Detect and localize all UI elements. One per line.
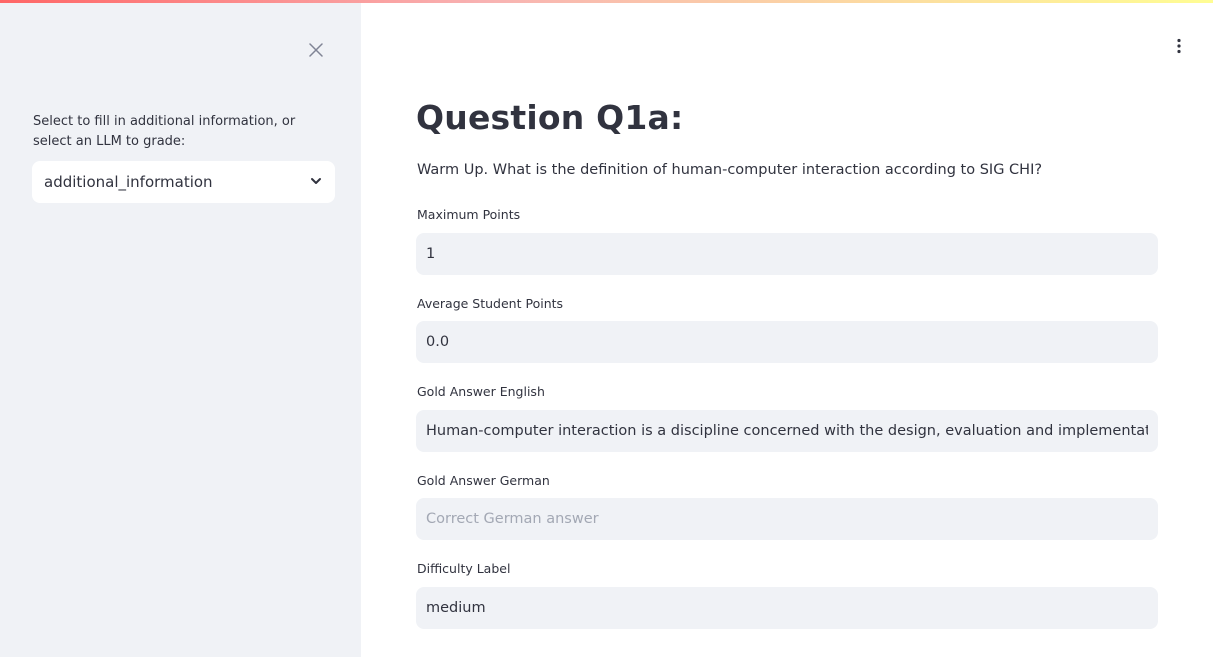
gold-answer-german-input[interactable] bbox=[416, 498, 1158, 540]
chevron-down-icon bbox=[309, 173, 323, 192]
difficulty-label: Difficulty Label bbox=[417, 561, 511, 576]
page-title: Question Q1a: bbox=[416, 98, 684, 137]
gold-answer-english-label: Gold Answer English bbox=[417, 384, 545, 399]
mode-select[interactable]: additional_information bbox=[32, 161, 335, 203]
question-text: Warm Up. What is the definition of human… bbox=[417, 162, 1043, 178]
kebab-menu-icon bbox=[1176, 38, 1182, 58]
max-points-input[interactable] bbox=[416, 233, 1158, 275]
select-label: Select to fill in additional information… bbox=[33, 114, 296, 149]
difficulty-input[interactable] bbox=[416, 587, 1158, 629]
sidebar: Select to fill in additional information… bbox=[0, 3, 361, 657]
gold-answer-english-input[interactable] bbox=[416, 410, 1158, 452]
select-value: additional_information bbox=[44, 173, 213, 191]
gold-answer-german-label: Gold Answer German bbox=[417, 473, 550, 488]
sidebar-close-button[interactable] bbox=[305, 40, 327, 62]
max-points-label: Maximum Points bbox=[417, 207, 521, 222]
avg-points-input[interactable] bbox=[416, 321, 1158, 363]
avg-points-label: Average Student Points bbox=[417, 296, 564, 311]
main-menu-button[interactable] bbox=[1169, 38, 1189, 58]
close-icon bbox=[309, 42, 323, 61]
